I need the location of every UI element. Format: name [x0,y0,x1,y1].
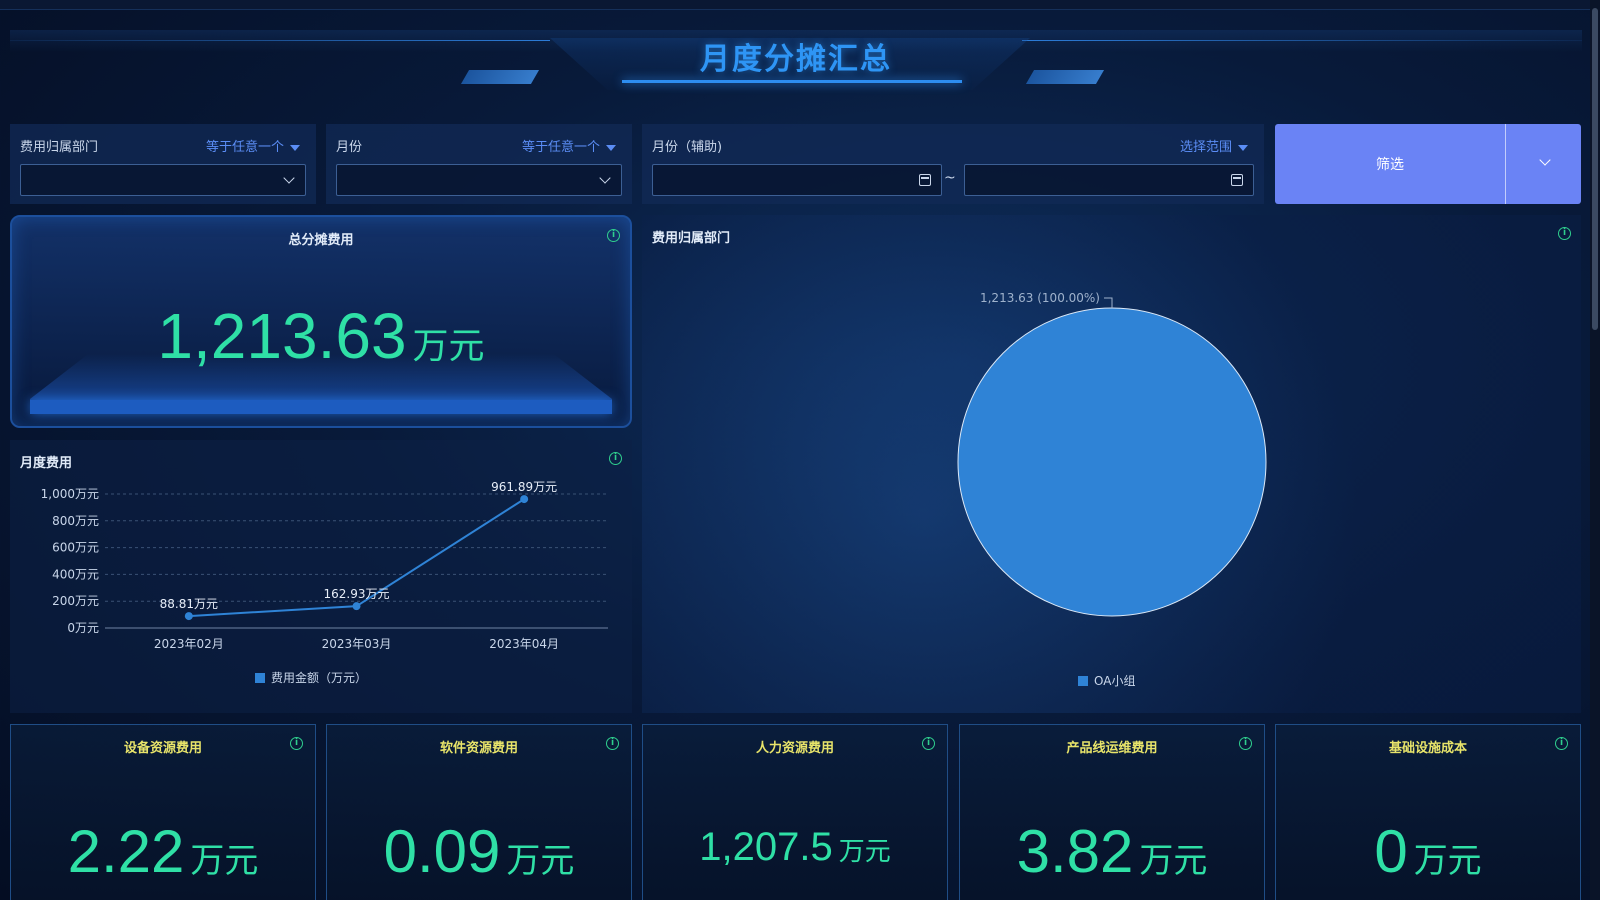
filter-dropdown-chevron-icon[interactable] [1539,154,1551,166]
total-cost-title: 总分摊费用 [288,233,354,248]
calendar-icon[interactable] [919,174,931,186]
card-value: 0 万元 [1276,817,1580,886]
pie-slice [957,307,1267,617]
data-point [520,495,529,504]
total-cost-panel: 总分摊费用 i 1,213.63 万元 [10,215,632,428]
caret-down-icon [290,144,300,151]
department-select[interactable] [20,164,306,196]
card-title: 软件资源费用 [439,741,518,756]
range-separator: ~ [944,170,956,186]
top-strip [0,0,1600,10]
y-tick-label: 600万元 [52,541,99,555]
monthly-cost-panel: 月度费用 i 0万元 200万元 400万元 600万元 800万元 1,000万元 202… [10,440,632,713]
pie-data-label: 1,213.63 (100.00%) [980,291,1100,305]
chevron-down-icon [599,172,611,184]
caret-down-icon [606,144,616,151]
title-underline [622,80,962,83]
x-tick-label: 2023年03月 [322,637,392,651]
caret-down-icon [1238,144,1248,151]
filter-month-aux-operator-text: 选择范围 [1179,140,1232,155]
data-point [352,602,361,611]
scrollbar-thumb[interactable] [1592,8,1598,330]
card-title: 产品线运维费用 [1066,741,1158,756]
card-product-ops-cost: 产品线运维费用 i 3.82 万元 [959,724,1265,900]
info-icon[interactable]: i [1555,737,1568,750]
info-icon[interactable]: i [607,229,620,242]
monthly-cost-chart: 0万元 200万元 400万元 600万元 800万元 1,000万元 2023年02月 20… [41,480,608,685]
calendar-icon[interactable] [1231,174,1243,186]
filter-button[interactable]: 筛选 [1275,124,1581,204]
filter-button-label: 筛选 [1376,157,1404,173]
chevron-down-icon [283,172,295,184]
pie-leader-line [1104,297,1113,308]
data-label: 961.89万元 [491,480,557,494]
filter-month-operator-text: 等于任意一个 [521,140,600,155]
filter-department-label: 费用归属部门 [20,140,99,155]
y-tick-label: 800万元 [52,514,99,528]
card-value: 0.09 万元 [327,817,631,886]
card-equipment-cost: 设备资源费用 i 2.22 万元 [10,724,316,900]
legend-swatch [1078,676,1088,686]
legend-label: OA小组 [1094,674,1135,688]
card-number: 0.09 [383,818,501,885]
info-icon[interactable]: i [606,737,619,750]
card-unit: 万元 [838,837,891,867]
card-value: 3.82 万元 [960,817,1264,886]
info-icon[interactable]: i [922,737,935,750]
card-title: 设备资源费用 [123,741,202,756]
filter-month: 月份 等于任意一个 [326,124,632,204]
month-select[interactable] [336,164,622,196]
filter-department: 费用归属部门 等于任意一个 [10,124,316,204]
y-tick-label: 0万元 [67,621,99,635]
filter-month-aux-label: 月份（辅助) [652,140,723,155]
card-unit: 万元 [1139,841,1208,881]
card-infrastructure-cost: 基础设施成本 i 0 万元 [1275,724,1581,900]
page-title: 月度分摊汇总 [700,42,892,77]
card-unit: 万元 [1413,841,1482,881]
card-number: 2.22 [67,818,185,885]
month-range-end-input[interactable] [964,164,1254,196]
legend-swatch [255,673,265,683]
y-tick-label: 1,000万元 [41,487,99,501]
card-unit: 万元 [190,841,259,881]
filter-button-divider [1505,124,1506,204]
filter-department-operator[interactable]: 等于任意一个 [206,136,300,155]
total-cost-unit: 万元 [412,326,485,367]
department-pie-chart: 1,213.63 (100.00%) OA小组 [957,291,1267,688]
filter-month-label: 月份 [336,140,363,155]
card-number: 0 [1374,818,1408,885]
filter-department-operator-text: 等于任意一个 [205,140,284,155]
filter-month-aux: 月份（辅助) 选择范围 ~ [642,124,1264,204]
department-pie-panel: 费用归属部门 i 1,213.63 (100.00%) OA小组 [642,215,1581,713]
card-number: 1,207.5 [699,825,833,869]
y-tick-label: 200万元 [52,594,99,608]
card-title: 基础设施成本 [1388,741,1467,756]
month-range-start-input[interactable] [652,164,942,196]
x-tick-label: 2023年04月 [489,637,559,651]
card-hr-cost: 人力资源费用 i 1,207.5 万元 [642,724,948,900]
y-tick-label: 400万元 [52,567,99,581]
scrollbar[interactable] [1590,0,1600,900]
data-label: 88.81万元 [160,597,218,611]
legend-label: 费用金额（万元） [271,670,367,685]
card-title: 人力资源费用 [755,741,834,756]
info-icon[interactable]: i [1239,737,1252,750]
card-software-cost: 软件资源费用 i 0.09 万元 [326,724,632,900]
filter-month-aux-operator[interactable]: 选择范围 [1180,136,1248,155]
data-point [184,612,193,621]
card-value: 2.22 万元 [11,817,315,886]
total-cost-value: 1,213.63 万元 [12,299,630,373]
dashboard-header: 月度分摊汇总 [10,30,1582,100]
filter-month-operator[interactable]: 等于任意一个 [522,136,616,155]
card-number: 3.82 [1016,818,1134,885]
platform-edge [30,400,612,414]
data-label: 162.93万元 [324,587,390,601]
card-value: 1,207.5 万元 [643,825,947,870]
x-tick-label: 2023年02月 [154,637,224,651]
card-unit: 万元 [506,841,575,881]
info-icon[interactable]: i [290,737,303,750]
total-cost-number: 1,213.63 [157,300,407,372]
